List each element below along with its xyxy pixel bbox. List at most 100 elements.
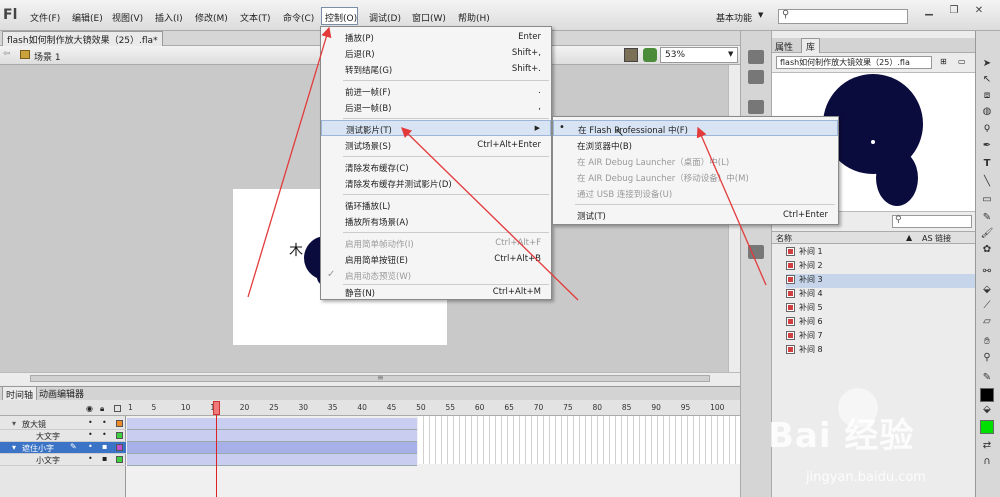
- library-document-select[interactable]: flash如何制作放大镜效果（25）.fla: [776, 56, 932, 69]
- tab-properties[interactable]: 属性: [775, 40, 793, 53]
- edit-scene-icon[interactable]: [624, 48, 638, 62]
- selection-tool-icon[interactable]: ➤: [978, 58, 996, 72]
- menu-item-test-movie[interactable]: 测试影片(T) ▶: [321, 120, 551, 136]
- close-icon[interactable]: ✕: [968, 5, 990, 21]
- menu-help[interactable]: 帮助(H): [458, 11, 490, 24]
- tab-library[interactable]: 库: [801, 38, 821, 53]
- layer-row[interactable]: 大文字 • •: [0, 430, 126, 442]
- eye-icon[interactable]: ◉: [86, 404, 93, 413]
- eyedropper-icon[interactable]: ⟋: [978, 300, 996, 314]
- tween-span[interactable]: [127, 418, 417, 430]
- tween-span[interactable]: [127, 454, 417, 466]
- layer-color[interactable]: [116, 444, 123, 451]
- menu-item-clear-publish-cache[interactable]: 清除发布缓存(C): [321, 159, 551, 175]
- tab-timeline[interactable]: 时间轴: [2, 386, 38, 401]
- tween-span[interactable]: [127, 430, 417, 442]
- subselection-tool-icon[interactable]: ↖: [978, 74, 996, 88]
- menu-control[interactable]: 控制(O): [321, 7, 358, 25]
- pencil-tool-icon[interactable]: ✎: [978, 212, 996, 226]
- menu-item-simple-frame-actions[interactable]: 启用简单帧动作(I) Ctrl+Alt+F: [321, 235, 551, 251]
- submenu-item-test[interactable]: 测试(T) Ctrl+Enter: [553, 207, 838, 223]
- menu-modify[interactable]: 修改(M): [195, 11, 228, 24]
- back-arrow-icon[interactable]: ⇦: [3, 49, 11, 59]
- playhead[interactable]: [213, 401, 220, 415]
- free-transform-icon[interactable]: ⧈: [978, 90, 996, 104]
- stage-text[interactable]: 木: [289, 240, 303, 260]
- bone-tool-icon[interactable]: ⚯: [978, 266, 996, 280]
- menu-item-rewind[interactable]: 后退(R) Shift+,: [321, 45, 551, 61]
- submenu-item-air-desktop[interactable]: 在 AIR Debug Launcher（桌面）中(L): [553, 153, 838, 169]
- outline-icon[interactable]: [114, 405, 121, 412]
- library-item[interactable]: 补间 1: [786, 246, 823, 260]
- library-item-selected[interactable]: 补间 3: [786, 274, 975, 288]
- menu-item-go-to-end[interactable]: 转到结尾(G) Shift+.: [321, 61, 551, 77]
- color-icon[interactable]: [748, 50, 764, 64]
- library-item[interactable]: 补间 8: [786, 344, 823, 358]
- layer-color[interactable]: [116, 432, 123, 439]
- stroke-color-swatch[interactable]: [980, 388, 994, 402]
- pencil-icon[interactable]: ✎: [70, 442, 77, 451]
- library-item[interactable]: 补间 6: [786, 316, 823, 330]
- document-tab[interactable]: flash如何制作放大镜效果（25）.fla*: [2, 31, 163, 46]
- deco-tool-icon[interactable]: ✿: [978, 244, 996, 258]
- swatches-icon[interactable]: [748, 70, 764, 84]
- chevron-down-icon[interactable]: ▼: [758, 11, 763, 19]
- help-search-input[interactable]: [778, 9, 908, 24]
- hand-tool-icon[interactable]: ✋︎: [978, 336, 996, 350]
- column-linkage[interactable]: AS 链接: [922, 233, 951, 244]
- menu-item-step-backward[interactable]: 后退一帧(B),: [321, 99, 551, 115]
- text-tool-icon[interactable]: T: [978, 158, 996, 172]
- layer-color[interactable]: [116, 420, 123, 427]
- lock-icon[interactable]: 🔒︎: [100, 404, 104, 414]
- menu-file[interactable]: 文件(F): [30, 11, 60, 24]
- layer-row[interactable]: ▾ 放大镜 • •: [0, 418, 126, 430]
- edit-symbol-icon[interactable]: [643, 48, 657, 62]
- submenu-item-in-browser[interactable]: 在浏览器中(B): [553, 137, 838, 153]
- submenu-item-in-flash-professional[interactable]: • 在 Flash Professional 中(F): [553, 120, 838, 136]
- menu-item-clear-cache-and-test[interactable]: 清除发布缓存并测试影片(D): [321, 175, 551, 191]
- snap-magnet-icon[interactable]: ∩: [978, 456, 996, 470]
- align-icon[interactable]: [748, 100, 764, 114]
- paint-bucket-icon[interactable]: ⬙: [978, 284, 996, 298]
- line-tool-icon[interactable]: ╲: [978, 176, 996, 190]
- lasso-icon[interactable]: ϙ: [978, 122, 996, 136]
- library-item[interactable]: 补间 4: [786, 288, 823, 302]
- menu-item-step-forward[interactable]: 前进一帧(F).: [321, 83, 551, 99]
- eraser-icon[interactable]: ▱: [978, 316, 996, 330]
- menu-item-loop-playback[interactable]: 循环播放(L): [321, 197, 551, 213]
- library-item[interactable]: 补间 5: [786, 302, 823, 316]
- menu-item-simple-buttons[interactable]: 启用简单按钮(E) Ctrl+Alt+B: [321, 251, 551, 267]
- new-library-icon[interactable]: ▭: [958, 57, 966, 66]
- empty-frames[interactable]: [418, 416, 740, 464]
- submenu-item-air-mobile[interactable]: 在 AIR Debug Launcher（移动设备）中(M): [553, 169, 838, 185]
- layer-row[interactable]: 小文字 • ▪: [0, 454, 126, 466]
- brush-tool-icon[interactable]: 🖌︎: [978, 228, 996, 242]
- library-search-input[interactable]: [892, 215, 972, 228]
- zoom-tool-icon[interactable]: ⚲: [978, 352, 996, 366]
- layer-color[interactable]: [116, 456, 123, 463]
- fill-color-swatch[interactable]: [980, 420, 994, 434]
- tween-span[interactable]: [127, 442, 417, 454]
- 3d-rotation-icon[interactable]: ◍: [978, 106, 996, 120]
- menu-edit[interactable]: 编辑(E): [72, 11, 103, 24]
- tab-motion-editor[interactable]: 动画编辑器: [36, 386, 87, 400]
- menu-item-play[interactable]: 播放(P) Enter: [321, 29, 551, 45]
- library-item[interactable]: 补间 7: [786, 330, 823, 344]
- chevron-down-icon[interactable]: ▼: [728, 50, 733, 58]
- submenu-item-usb-device[interactable]: 通过 USB 连接到设备(U): [553, 185, 838, 201]
- rectangle-tool-icon[interactable]: ▭: [978, 194, 996, 208]
- maximize-icon[interactable]: ❐: [943, 5, 965, 21]
- menu-commands[interactable]: 命令(C): [283, 11, 314, 24]
- menu-item-test-scene[interactable]: 测试场景(S) Ctrl+Alt+Enter: [321, 137, 551, 153]
- pin-icon[interactable]: ⊞: [940, 57, 947, 66]
- library-item[interactable]: 补间 2: [786, 260, 823, 274]
- zoom-select[interactable]: 53%: [660, 47, 738, 63]
- column-name[interactable]: 名称: [776, 233, 792, 244]
- swap-colors-icon[interactable]: ⇄: [978, 440, 996, 454]
- menu-item-live-preview[interactable]: ✓ 启用动态预览(W): [321, 267, 551, 283]
- menu-text[interactable]: 文本(T): [240, 11, 271, 24]
- menu-view[interactable]: 视图(V): [112, 11, 143, 24]
- menu-item-mute[interactable]: 静音(N) Ctrl+Alt+M: [321, 284, 551, 300]
- menu-insert[interactable]: 插入(I): [155, 11, 183, 24]
- scene-label[interactable]: 场景 1: [34, 50, 61, 63]
